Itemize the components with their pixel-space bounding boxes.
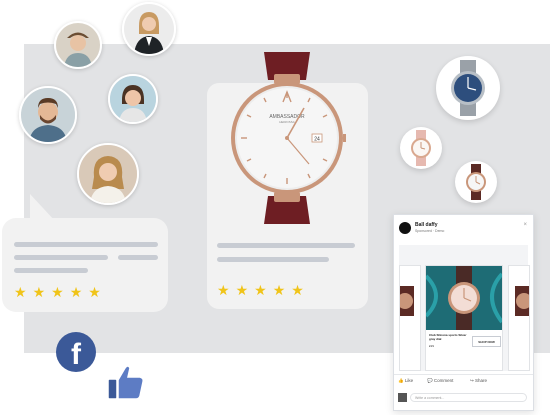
text-placeholder-bar	[14, 242, 158, 247]
text-placeholder-bar	[14, 268, 88, 273]
star-icon: ★	[69, 284, 83, 300]
rating-stars: ★ ★ ★ ★ ★	[14, 285, 101, 299]
thumbs-up-icon	[107, 365, 144, 400]
watch-thumb-blue	[436, 56, 500, 120]
star-icon: ★	[14, 284, 27, 300]
slide-price: £99	[429, 344, 435, 348]
comment-label: Comment	[433, 378, 454, 383]
text-placeholder-bar	[118, 255, 158, 260]
star-icon: ★	[217, 282, 230, 298]
share-label: Share	[475, 378, 488, 383]
shop-now-button[interactable]: SHOP NOW	[472, 336, 501, 347]
text-placeholder-bar	[14, 255, 108, 260]
watch-dial-sub: HEIROSSA	[279, 120, 295, 124]
star-icon: ★	[88, 284, 101, 300]
watch-date-window: 24	[314, 137, 320, 143]
facebook-ad-post: Ball daffy Sponsored · Demo × Club Shire…	[393, 214, 534, 411]
carousel-slide-prev[interactable]	[397, 265, 421, 371]
commenter-avatar	[398, 393, 407, 402]
like-label: Like	[404, 378, 414, 383]
facebook-glyph: f	[71, 338, 81, 371]
page-logo	[399, 222, 411, 234]
avatar-woman-short-hair	[108, 74, 158, 124]
watch-thumb-rose	[400, 127, 442, 169]
text-placeholder-bar	[217, 257, 329, 262]
review-bubble: ★ ★ ★ ★ ★	[2, 218, 168, 312]
carousel-slide-next[interactable]	[508, 265, 532, 371]
share-action[interactable]: ↪ Share	[470, 378, 487, 384]
avatar-man-beard	[19, 86, 77, 144]
ad-carousel[interactable]: Club Shirena sports Silver gray dial £99…	[397, 245, 532, 371]
like-action[interactable]: 👍 Like	[398, 378, 413, 384]
post-actions: 👍 Like 💬 Comment ↪ Share	[394, 374, 533, 387]
star-icon: ★	[32, 284, 46, 300]
text-placeholder-bar	[217, 243, 355, 248]
post-header: Ball daffy Sponsored · Demo ×	[394, 215, 533, 241]
star-icon: ★	[272, 282, 286, 298]
facebook-logo-icon: f	[56, 332, 96, 372]
close-icon[interactable]: ×	[523, 222, 527, 228]
comment-action[interactable]: 💬 Comment	[427, 378, 453, 384]
slide-title: Club Shirena sports Silver gray dial	[429, 333, 467, 341]
avatar-woman-blonde	[77, 143, 139, 205]
comment-box: Write a comment...	[398, 391, 529, 405]
star-icon: ★	[51, 284, 64, 300]
avatar-woman-suit	[122, 2, 176, 56]
page-name[interactable]: Ball daffy	[415, 222, 438, 228]
watch-thumb-brown	[455, 161, 497, 203]
product-watch-image: AMBASSADOR HEIROSSA 24	[231, 52, 346, 224]
avatar-woman-hat	[54, 21, 102, 69]
slide-photo	[426, 266, 502, 330]
carousel-slide[interactable]: Club Shirena sports Silver gray dial £99…	[425, 265, 503, 371]
page-subtitle: Sponsored · Demo	[415, 229, 445, 233]
comment-input[interactable]: Write a comment...	[410, 393, 527, 402]
rating-stars: ★ ★ ★ ★ ★	[217, 283, 304, 297]
star-icon: ★	[254, 282, 267, 298]
star-icon: ★	[291, 282, 304, 298]
star-icon: ★	[235, 282, 249, 298]
